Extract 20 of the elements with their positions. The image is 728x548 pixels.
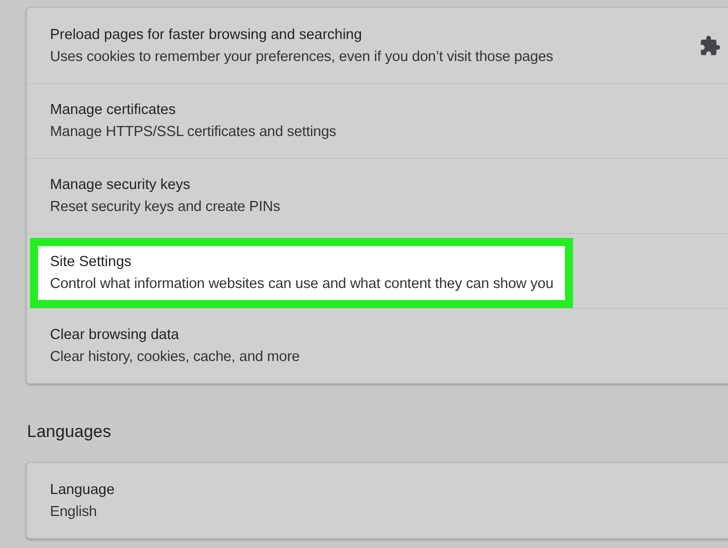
row-subtitle: Control what information websites can use and what content they can show you (50, 276, 554, 292)
row-title: Site Settings (50, 254, 132, 270)
puzzle-icon[interactable] (699, 34, 721, 56)
row-subtitle: English (50, 504, 98, 520)
settings-row[interactable]: Preload pages for faster browsing and searching Uses cookies to remember your preferences, even if you don’t visit those pages (27, 8, 728, 83)
settings-row[interactable]: Manage security keys Reset security keys and create PINs (27, 158, 728, 233)
row-title: Preload pages for faster browsing and searching (50, 26, 363, 42)
row-subtitle: Reset security keys and create PINs (50, 199, 282, 215)
section-heading: Languages (27, 422, 112, 442)
settings-row[interactable]: Clear browsing data Clear history, cookies, cache, and more (27, 308, 728, 383)
row-subtitle: Manage HTTPS/SSL certificates and settings (50, 124, 338, 140)
settings-row[interactable]: Language English (27, 463, 728, 538)
row-title: Manage security keys (50, 177, 192, 193)
row-title: Language (50, 482, 116, 498)
row-title: Clear browsing data (50, 327, 180, 343)
settings-row[interactable]: Site Settings Control what information websites can use and what content they can show you (27, 233, 728, 308)
settings-row[interactable]: Manage certificates Manage HTTPS/SSL certificates and settings (27, 83, 728, 158)
row-title: Manage certificates (50, 102, 177, 118)
row-subtitle: Uses cookies to remember your preferences, even if you don’t visit those pages (50, 48, 554, 64)
row-subtitle: Clear history, cookies, cache, and more (50, 349, 301, 365)
